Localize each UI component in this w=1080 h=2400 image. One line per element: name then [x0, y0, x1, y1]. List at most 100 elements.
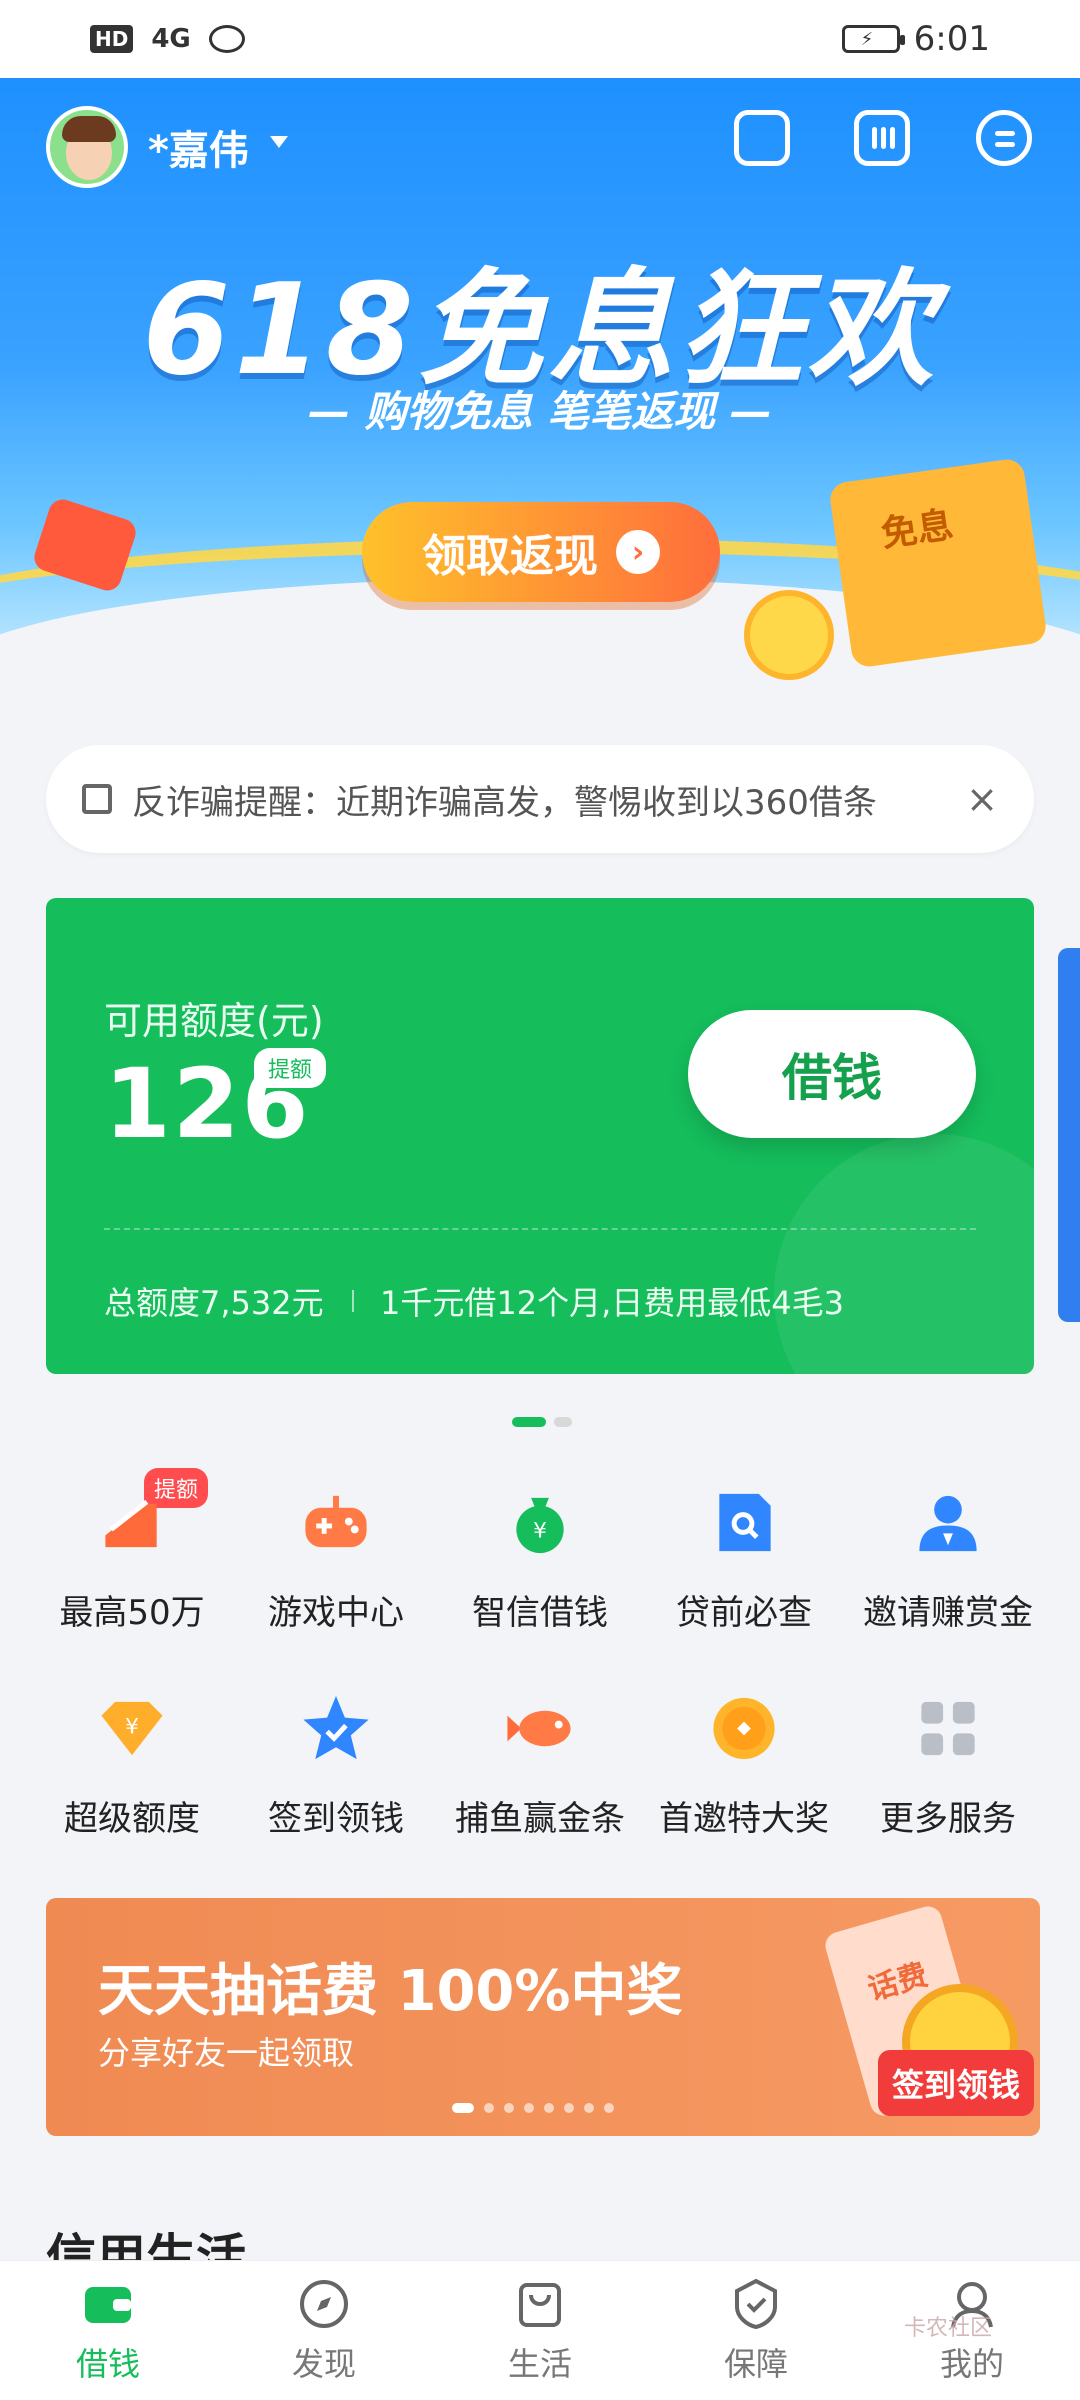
- service-max-500k[interactable]: 提额 最高50万: [30, 1468, 234, 1634]
- service-label: 捕鱼赢金条: [455, 1799, 625, 1839]
- diamond-yuan-icon: ¥: [101, 1701, 163, 1756]
- arrow-right-icon: ›: [616, 530, 660, 574]
- clock: 6:01: [913, 19, 990, 59]
- promo-hero[interactable]: *嘉伟 618免息狂欢 — 购物免息 笔笔返现 — 领取返现 › 免息: [0, 78, 1080, 718]
- chart-up-icon: [105, 1499, 157, 1548]
- nav-life[interactable]: 生活: [432, 2261, 648, 2400]
- service-label: 游戏中心: [268, 1593, 404, 1633]
- total-limit: 总额度7,532元: [104, 1284, 324, 1322]
- svg-text:¥: ¥: [533, 1518, 547, 1543]
- wallet-icon: [85, 2286, 131, 2323]
- service-game-center[interactable]: 游戏中心: [234, 1468, 438, 1634]
- banner-dot: [504, 2103, 514, 2113]
- nav-label: 借钱: [75, 2344, 140, 2383]
- bill-icon[interactable]: [854, 110, 910, 166]
- banner-dot: [604, 2103, 614, 2113]
- service-pre-loan-check[interactable]: 贷前必查: [642, 1468, 846, 1634]
- scan-icon[interactable]: [734, 110, 790, 166]
- grid-icon: [921, 1701, 975, 1756]
- service-first-invite-prize[interactable]: 首邀特大奖: [642, 1674, 846, 1840]
- watermark: 卡农社区: [904, 2316, 993, 2341]
- service-label: 智信借钱: [472, 1593, 608, 1633]
- divider: [352, 1290, 354, 1312]
- banner-dot: [584, 2103, 594, 2113]
- claim-cashback-label: 领取返现: [422, 531, 598, 582]
- available-limit-label: 可用额度(元): [104, 999, 324, 1043]
- phone-credit-banner[interactable]: 天天抽话费 100%中奖 分享好友一起领取 话费 签到领钱: [46, 1898, 1040, 2136]
- close-icon[interactable]: ×: [966, 777, 998, 821]
- service-invite-bounty[interactable]: 邀请赚赏金: [846, 1468, 1050, 1634]
- nav-label: 生活: [507, 2344, 572, 2383]
- avatar[interactable]: [46, 106, 128, 188]
- envelope-label: 免息: [878, 504, 956, 556]
- star-check-icon: [303, 1695, 369, 1760]
- bill-icon-bar: [890, 127, 895, 149]
- doc-search-icon: [719, 1493, 771, 1552]
- hd-badge: HD: [90, 25, 134, 53]
- carousel-dot: [554, 1417, 572, 1427]
- service-label: 超级额度: [64, 1799, 200, 1839]
- notice-text: 反诈骗提醒：近期诈骗高发，警惕收到以360借条: [132, 782, 877, 823]
- fish-icon: [507, 1710, 571, 1747]
- service-label: 邀请赚赏金: [863, 1593, 1033, 1633]
- banner-title: 天天抽话费 100%中奖: [98, 1959, 683, 2024]
- service-sign-in-money[interactable]: 签到领钱: [234, 1674, 438, 1840]
- service-fishing-gold[interactable]: 捕鱼赢金条: [438, 1674, 642, 1840]
- service-super-limit[interactable]: ¥ 超级额度: [30, 1674, 234, 1840]
- banner-indicator: [452, 2103, 614, 2113]
- gamepad-icon: [305, 1495, 367, 1548]
- card-decoration: [774, 1134, 1034, 1374]
- signal-icon: 4G: [151, 24, 191, 54]
- service-label: 更多服务: [880, 1799, 1016, 1839]
- promo-subtitle: — 购物免息 笔笔返现 —: [308, 387, 772, 436]
- carousel-indicator: [512, 1417, 572, 1427]
- service-more[interactable]: 更多服务: [846, 1674, 1050, 1840]
- status-bar: HD 4G ⚡ 6:01: [0, 0, 1080, 78]
- service-label: 签到领钱: [268, 1799, 404, 1839]
- bill-icon-bar: [881, 127, 886, 149]
- wechat-icon: [208, 25, 245, 53]
- service-label: 贷前必查: [676, 1593, 812, 1633]
- message-icon-line: [995, 142, 1015, 147]
- svg-text:¥: ¥: [125, 1714, 139, 1739]
- money-bag-icon: ¥: [516, 1497, 564, 1554]
- chevron-down-icon[interactable]: [270, 136, 288, 148]
- avatar-hair: [62, 116, 116, 142]
- nav-discover[interactable]: 发现: [216, 2261, 432, 2400]
- banner-dot: [544, 2103, 554, 2113]
- loan-terms: 1千元借12个月,日费用最低4毛3: [380, 1284, 844, 1322]
- raise-limit-tag[interactable]: 提额: [254, 1048, 327, 1088]
- username[interactable]: *嘉伟: [148, 118, 249, 176]
- nav-label: 保障: [723, 2344, 788, 2383]
- coin-decoration: [744, 590, 834, 680]
- carousel-dot-active: [512, 1417, 546, 1427]
- service-label: 最高50万: [59, 1593, 205, 1633]
- nav-label: 我的: [939, 2344, 1004, 2383]
- sign-in-button[interactable]: 签到领钱: [878, 2050, 1034, 2116]
- shield-check-icon: [735, 2278, 777, 2329]
- message-icon-line: [995, 131, 1015, 136]
- floating-side-tab[interactable]: [1058, 948, 1080, 1322]
- service-label: 首邀特大奖: [659, 1799, 829, 1839]
- speaker-icon: [82, 784, 112, 814]
- banner-dot: [484, 2103, 494, 2113]
- nav-borrow[interactable]: 借钱: [0, 2261, 216, 2400]
- battery-icon: ⚡: [841, 25, 905, 53]
- banner-dot-active: [452, 2103, 474, 2113]
- borrow-button[interactable]: 借钱: [688, 1010, 976, 1138]
- claim-cashback-button[interactable]: 领取返现 ›: [362, 502, 720, 602]
- anti-fraud-notice[interactable]: 反诈骗提醒：近期诈骗高发，警惕收到以360借条 ×: [46, 745, 1034, 853]
- message-icon[interactable]: [976, 110, 1032, 166]
- banner-subtitle: 分享好友一起领取: [98, 2034, 355, 2072]
- person-icon: [919, 1495, 977, 1552]
- gold-coin-icon: [713, 1697, 775, 1760]
- services-grid: 提额 最高50万 游戏中心 ¥ 智信借钱 贷前必查 邀请赚赏金 ¥ 超级额度 签…: [30, 1468, 1050, 1840]
- nav-label: 发现: [291, 2344, 356, 2383]
- nav-protection[interactable]: 保障: [648, 2261, 864, 2400]
- credit-limit-card[interactable]: 可用额度(元) 126 提额 借钱 总额度7,532元 1千元借12个月,日费用…: [46, 898, 1034, 1374]
- bill-icon-bar: [872, 127, 877, 149]
- service-zhixin-borrow[interactable]: ¥ 智信借钱: [438, 1468, 642, 1634]
- shopping-bag-icon: [519, 2282, 561, 2327]
- interest-free-envelope: 免息: [828, 457, 1048, 669]
- banner-dot: [564, 2103, 574, 2113]
